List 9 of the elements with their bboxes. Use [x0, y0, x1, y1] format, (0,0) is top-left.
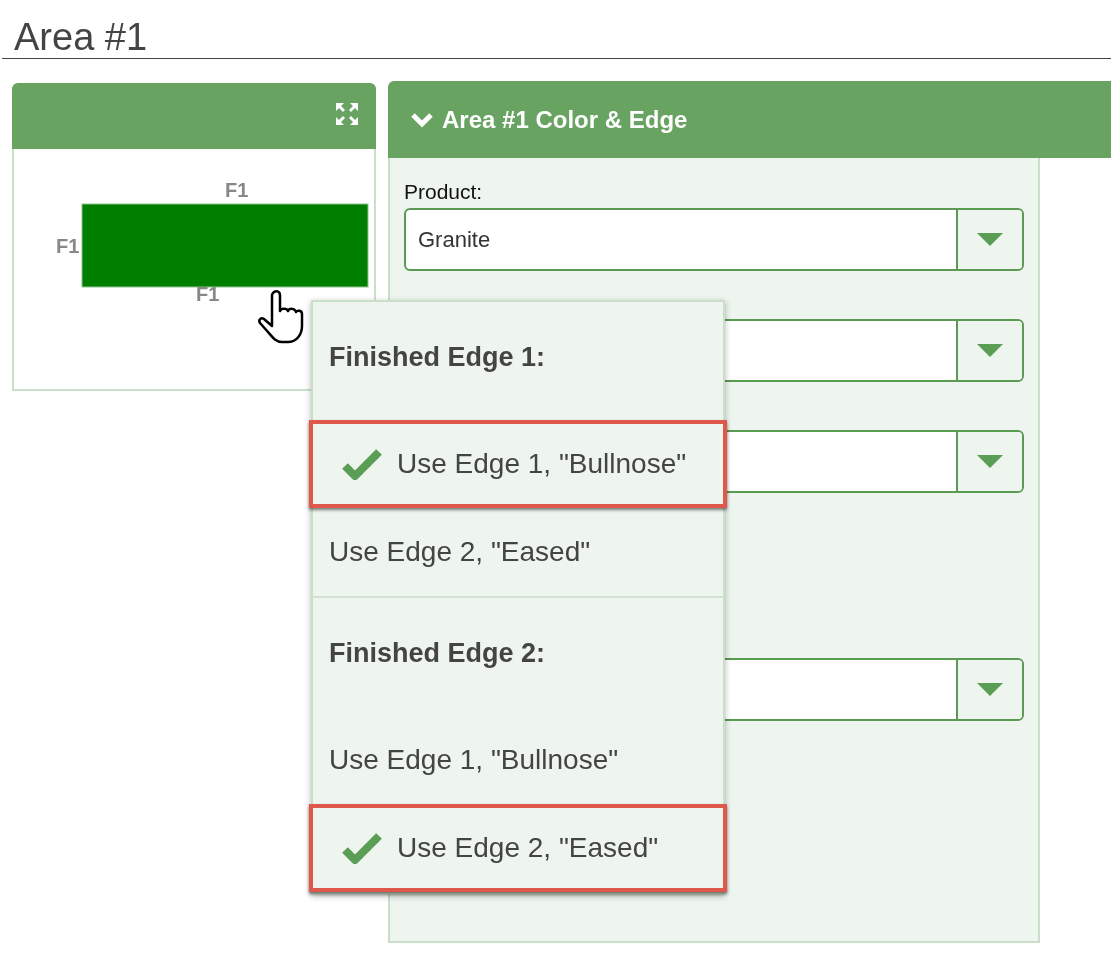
field-label: Product: [404, 180, 483, 204]
edge-label: F1 [225, 179, 249, 201]
edge-label: F1 [56, 235, 80, 257]
page-title: Area #1 [13, 15, 148, 58]
edge-label: F1 [196, 283, 220, 305]
menu-heading: Finished Edge 1: [329, 342, 546, 373]
select-value: Granite [418, 226, 491, 253]
menu-heading: Finished Edge 2: [329, 638, 546, 669]
section-title: Area #1 Color & Edge [442, 105, 688, 134]
